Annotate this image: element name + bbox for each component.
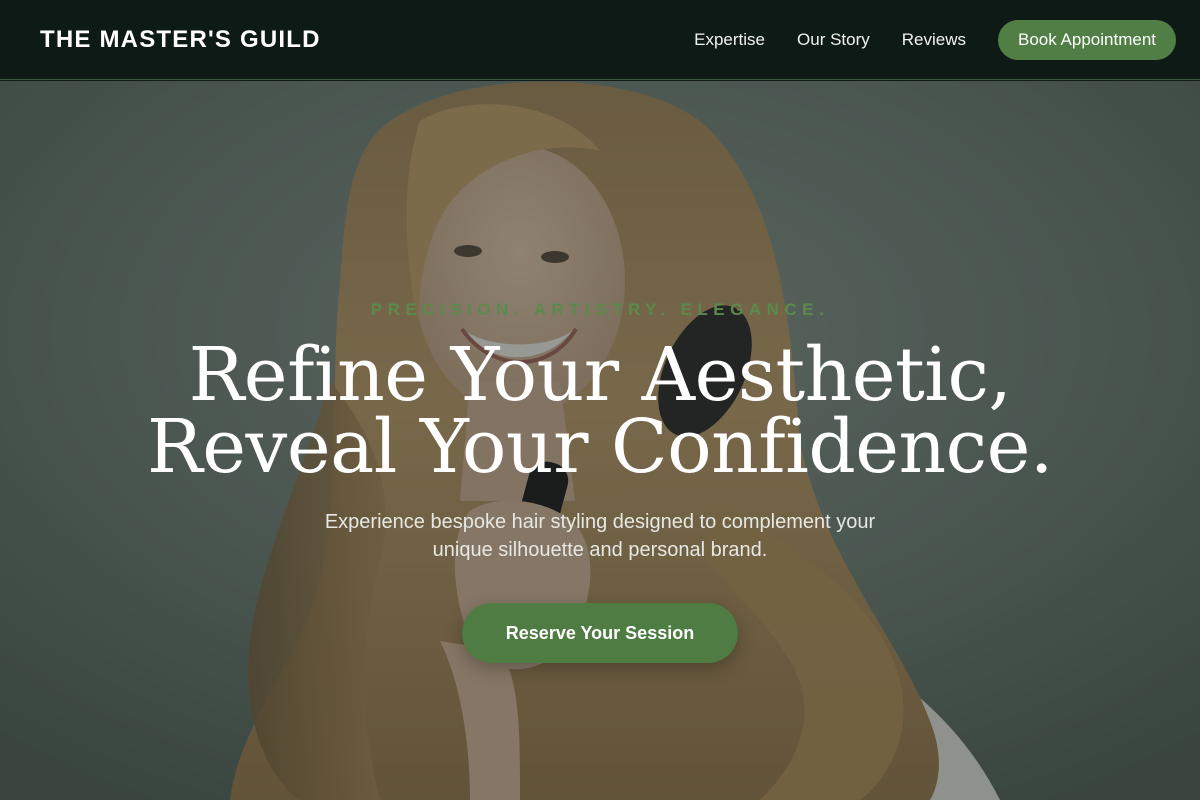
hero-section: PRECISION. ARTISTRY. ELEGANCE. Refine Yo… <box>0 81 1200 800</box>
hero-subtitle-line-1: Experience bespoke hair styling designed… <box>324 511 876 533</box>
hero-subtitle: Experience bespoke hair styling designed… <box>0 508 1200 564</box>
hero-subtitle-line-2: unique silhouette and personal brand. <box>432 539 768 561</box>
reserve-session-button[interactable]: Reserve Your Session <box>462 603 738 663</box>
nav-link-reviews[interactable]: Reviews <box>902 30 966 50</box>
hero-tagline: PRECISION. ARTISTRY. ELEGANCE. <box>370 300 830 319</box>
hero-headline: Refine Your Aesthetic, Reveal Your Confi… <box>0 332 1200 490</box>
nav-link-our-story[interactable]: Our Story <box>797 30 870 50</box>
brand-logo[interactable]: THE MASTER'S GUILD <box>40 26 321 54</box>
book-appointment-button[interactable]: Book Appointment <box>998 19 1176 60</box>
hero-content: PRECISION. ARTISTRY. ELEGANCE. Refine Yo… <box>0 81 1200 800</box>
nav-link-expertise[interactable]: Expertise <box>694 30 765 50</box>
site-header: THE MASTER'S GUILD Expertise Our Story R… <box>0 0 1200 80</box>
hero-headline-line-1: Refine Your Aesthetic, <box>188 332 1012 418</box>
main-nav: Expertise Our Story Reviews Book Appoint… <box>694 19 1176 60</box>
hero-headline-line-2: Reveal Your Confidence. <box>147 404 1053 490</box>
